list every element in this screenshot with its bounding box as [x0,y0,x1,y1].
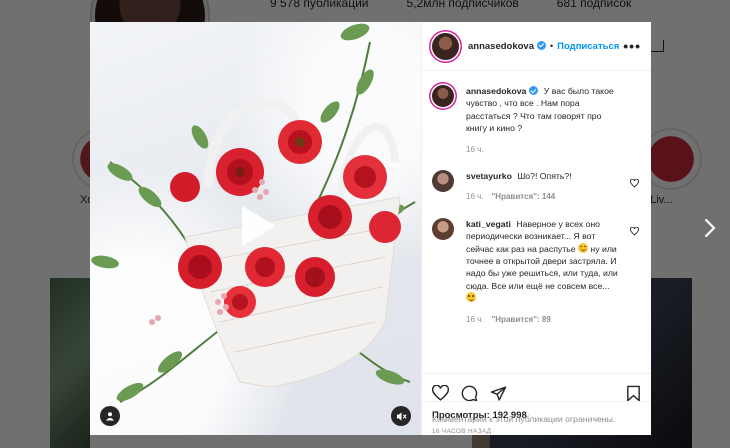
chevron-right-icon[interactable] [704,218,716,238]
caption-username[interactable]: annasedokova [466,86,539,96]
heart-icon[interactable] [432,384,449,402]
comment-avatar[interactable] [432,217,454,240]
smile-emoji-icon [466,292,476,303]
comment-item: svetayurko Шо?! Опять?! 16 ч. "Нравится"… [432,170,641,204]
new-post-icon [650,40,664,52]
author-username[interactable]: annasedokova [468,40,546,52]
author-avatar[interactable] [432,32,459,60]
comment-text: Шо?! Опять?! [517,171,572,182]
comment-time: 16 ч. [466,314,484,324]
more-options-icon[interactable]: ••• [623,38,641,54]
following-count: 681 подписок [556,0,632,10]
play-icon[interactable] [232,202,280,250]
comment-username[interactable]: kati_vegati [466,219,511,229]
verified-badge-icon [537,40,546,50]
comment-item: kati_vegati Наверное у всех оно периодич… [432,217,641,326]
smile-emoji-icon [578,242,588,253]
mute-icon[interactable] [391,406,411,426]
user-tag-icon[interactable] [100,406,120,426]
followers-count: 5,2млн подписчиков [406,0,519,10]
post-video[interactable] [90,22,421,435]
caption-time: 16 ч. [466,144,484,154]
post-sidebar: annasedokova • Подписаться ••• annasedok… [421,22,651,435]
post-header: annasedokova • Подписаться ••• [422,22,651,71]
share-icon[interactable] [490,385,507,402]
heart-icon[interactable] [629,223,640,241]
follow-button[interactable]: Подписаться [557,41,619,52]
verified-badge-icon [529,86,539,95]
comment-likes[interactable]: "Нравится": 89 [492,314,551,326]
comment-icon[interactable] [461,385,478,402]
comment-time: 16 ч. [466,192,484,202]
comment-likes[interactable]: "Нравится": 144 [492,191,556,203]
comment-avatar[interactable] [432,170,454,193]
comments-restricted-notice: Комментарии к этой публикации ограничены… [422,401,651,435]
grid-post-thumbnail [50,278,90,448]
caption-avatar[interactable] [432,85,454,107]
heart-icon[interactable] [629,175,640,193]
bookmark-icon[interactable] [626,385,641,402]
comment-username[interactable]: svetayurko [466,171,512,181]
comments-list: annasedokova У вас было такое чувство , … [422,71,651,373]
post-modal: annasedokova • Подписаться ••• annasedok… [90,22,651,435]
profile-stats: 9 578 публикаций 5,2млн подписчиков 681 … [270,0,631,10]
post-caption: annasedokova У вас было такое чувство , … [432,85,641,156]
posts-count: 9 578 публикаций [270,0,369,10]
